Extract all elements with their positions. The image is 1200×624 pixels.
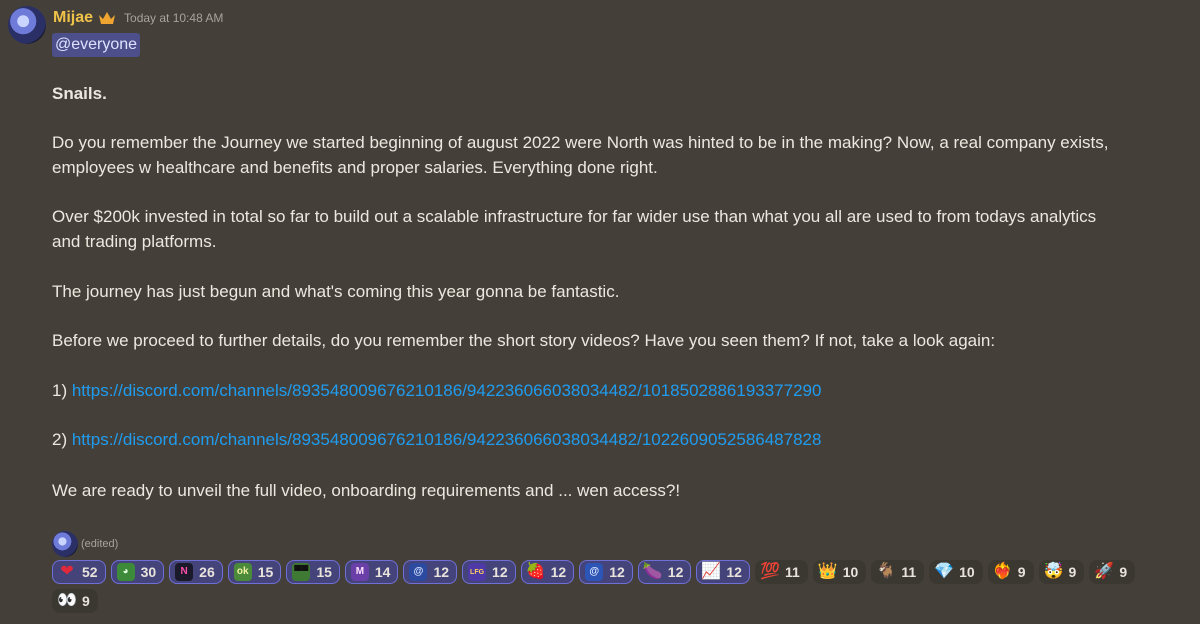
link-line-1: 1) https://discord.com/channels/89354800… xyxy=(52,379,821,403)
reaction-count: 10 xyxy=(842,564,859,580)
link-prefix: 1) xyxy=(52,381,72,400)
reaction-count: 12 xyxy=(609,564,625,580)
link-prefix: 2) xyxy=(52,430,72,449)
discord-message-link-1[interactable]: https://discord.com/channels/89354800967… xyxy=(72,381,822,400)
message-line: and trading platforms. xyxy=(52,232,217,251)
pepe-ok-icon: ok xyxy=(233,563,252,581)
user-avatar[interactable] xyxy=(8,6,46,44)
reaction-count: 9 xyxy=(1119,564,1128,580)
eyes-icon: 👀 xyxy=(57,592,77,609)
reaction-button[interactable]: M 14 xyxy=(344,560,399,584)
moon-emote-icon: M xyxy=(350,563,369,581)
crown-icon: 👑 xyxy=(817,563,838,580)
gem-stone-icon: 💎 xyxy=(934,563,955,580)
reaction-count: 52 xyxy=(82,564,98,580)
rocket-icon: 🚀 xyxy=(1094,563,1115,580)
reaction-count: 11 xyxy=(784,564,800,580)
reaction-button[interactable]: @12 xyxy=(579,560,633,584)
reply-avatar-icon xyxy=(52,531,78,557)
reaction-count: 12 xyxy=(492,564,508,580)
reaction-button[interactable]: 👑 10 xyxy=(812,560,867,584)
reaction-button[interactable]: 🐐 11 xyxy=(871,560,925,584)
reaction-count: 30 xyxy=(140,564,157,580)
message-line: We are ready to unveil the full video, o… xyxy=(52,481,681,500)
reaction-button[interactable]: ❤‍🔥 9 xyxy=(987,560,1034,584)
red-heart-icon: ❤ xyxy=(60,563,74,580)
message-line: The journey has just begun and what's co… xyxy=(52,282,620,301)
reaction-count: 14 xyxy=(374,564,391,580)
reaction-button[interactable]: 🤯 9 xyxy=(1038,560,1085,584)
reaction-count: 11 xyxy=(901,564,917,580)
chart-increasing-icon: 📈 xyxy=(701,563,722,580)
message-line: employees w healthcare and benefits and … xyxy=(52,158,658,177)
reaction-button[interactable]: 🍓 12 xyxy=(520,560,575,584)
message-line: Over $200k invested in total so far to b… xyxy=(52,207,1097,226)
reaction-button[interactable]: ◕ 30 xyxy=(110,560,165,584)
reaction-button[interactable]: ok 15 xyxy=(227,560,282,584)
discord-message-link-2[interactable]: https://discord.com/channels/89354800967… xyxy=(72,430,822,449)
chat-message: Mijae Today at 10:48 AM @everyone Snails… xyxy=(0,0,1200,624)
exploding-head-icon: 🤯 xyxy=(1043,563,1064,580)
message-header: Mijae Today at 10:48 AM xyxy=(53,8,223,28)
reaction-count: 12 xyxy=(667,564,684,580)
reaction-button[interactable]: 📈 12 xyxy=(696,560,750,584)
reaction-count: 12 xyxy=(726,564,742,580)
link-line-2: 2) https://discord.com/channels/89354800… xyxy=(52,428,821,452)
message-heading: Snails. xyxy=(52,84,107,103)
reaction-count: 9 xyxy=(1068,564,1077,580)
pepe-frog-icon: ◕ xyxy=(116,563,135,581)
reaction-button[interactable]: N 26 xyxy=(169,560,223,584)
lfg-emote-icon: LFG xyxy=(468,563,487,581)
crown-icon xyxy=(99,12,116,24)
reaction-count: 26 xyxy=(199,564,215,580)
edited-label: (edited) xyxy=(81,538,119,550)
reaction-button[interactable]: 🍆 12 xyxy=(637,560,692,584)
server-logo-icon: N xyxy=(175,563,194,581)
reaction-count: 12 xyxy=(433,564,450,580)
message-line: Before we proceed to further details, do… xyxy=(52,331,996,350)
reaction-button[interactable]: LFG 12 xyxy=(462,560,516,584)
username[interactable]: Mijae xyxy=(53,9,93,27)
strawberry-icon: 🍓 xyxy=(525,563,546,580)
reaction-button[interactable]: ▀▀ 15 xyxy=(286,560,340,584)
message-line: Do you remember the Journey we started b… xyxy=(52,133,1109,152)
hundred-points-icon: 💯 xyxy=(759,563,780,580)
reaction-count: 12 xyxy=(550,564,567,580)
reaction-button[interactable]: 💯 11 xyxy=(754,560,808,584)
edited-indicator: (edited) xyxy=(52,531,118,557)
reaction-button[interactable]: @12 xyxy=(403,560,458,584)
reaction-count: 15 xyxy=(257,564,274,580)
reaction-count: 15 xyxy=(316,564,332,580)
reaction-button[interactable]: 🚀 9 xyxy=(1089,560,1136,584)
reaction-count: 9 xyxy=(82,593,90,609)
reaction-bar: ❤ 52 ◕ 30 N 26 ok 15 ▀▀ 15 M 14 @12 LFG 12 🍓 12 @12 🍆 12 📈 12… xyxy=(52,560,1152,613)
snail-nice-emote-icon: @ xyxy=(409,563,428,581)
everyone-mention[interactable]: @everyone xyxy=(52,33,141,57)
goat-icon: 🐐 xyxy=(876,563,897,580)
reaction-count: 10 xyxy=(959,564,975,580)
message-timestamp[interactable]: Today at 10:48 AM xyxy=(124,11,223,25)
pepe-sunglasses-icon: ▀▀ xyxy=(292,563,311,581)
reaction-count: 9 xyxy=(1017,564,1026,580)
reaction-button[interactable]: ❤ 52 xyxy=(52,560,106,584)
eggplant-icon: 🍆 xyxy=(642,563,663,580)
heart-on-fire-icon: ❤‍🔥 xyxy=(992,563,1013,580)
reaction-button[interactable]: 💎 10 xyxy=(929,560,983,584)
reaction-button[interactable]: 👀 9 xyxy=(52,589,98,613)
snail-gm-emote-icon: @ xyxy=(585,563,604,581)
